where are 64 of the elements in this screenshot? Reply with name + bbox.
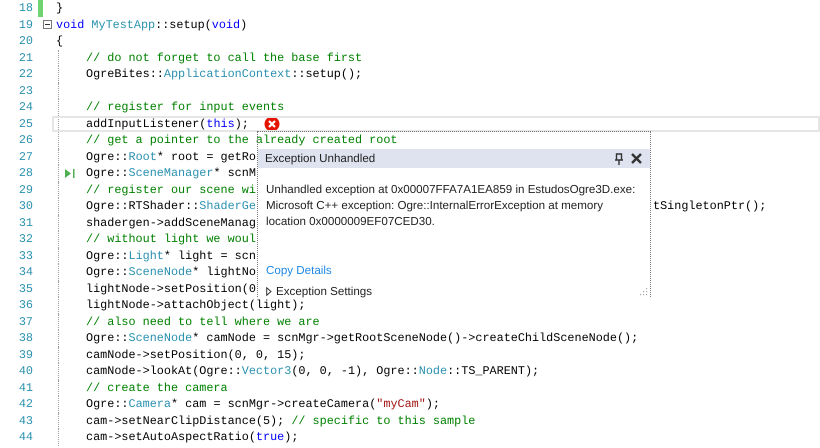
resize-grip-icon[interactable] bbox=[639, 287, 648, 296]
line-number: 19 bbox=[18, 18, 33, 32]
line-number: 39 bbox=[18, 348, 33, 362]
code-line: Ogre::Camera* cam = scnMgr->createCamera("myCam"); bbox=[86, 397, 440, 412]
code-line: OgreBites::ApplicationContext::setup(); bbox=[86, 67, 362, 82]
code-line: Ogre::RTShader::ShaderGe bbox=[86, 199, 256, 214]
line-number: 35 bbox=[18, 282, 33, 296]
code-line: lightNode->setPosition(0 bbox=[86, 282, 256, 296]
line-number: 18 bbox=[18, 1, 33, 16]
line-number: 23 bbox=[18, 84, 33, 98]
pin-icon[interactable] bbox=[615, 152, 623, 164]
code-line: Ogre::SceneNode* camNode = scnMgr->getRootSceneNode()->createChildSceneNode(); bbox=[86, 331, 638, 346]
code-line: Ogre::SceneManager* scnM bbox=[86, 166, 256, 180]
code-line: void MyTestApp::setup(void) bbox=[56, 18, 248, 32]
line-number: 36 bbox=[18, 298, 33, 312]
change-bar bbox=[38, 0, 43, 16]
code-line: // register for input events bbox=[86, 100, 284, 114]
line-number: 31 bbox=[18, 216, 33, 230]
code-line: cam->setAutoAspectRatio(true); bbox=[86, 430, 298, 444]
code-line: // register our scene wi bbox=[86, 182, 256, 197]
code-line: camNode->lookAt(Ogre::Vector3(0, 0, -1), Ogre::Node::TS_PARENT); bbox=[86, 364, 540, 378]
code-line: { bbox=[56, 34, 64, 48]
popup-title: Exception Unhandled bbox=[265, 152, 376, 165]
code-line: // create the camera bbox=[86, 380, 228, 395]
line-number: 29 bbox=[18, 182, 33, 197]
copy-details-link[interactable]: Copy Details bbox=[266, 263, 332, 278]
code-line: // do not forget to call the base first bbox=[86, 50, 362, 65]
line-number: 42 bbox=[18, 397, 33, 412]
code-line: shadergen->addSceneManag bbox=[86, 216, 256, 230]
code-line: lightNode->attachObject(light); bbox=[86, 298, 306, 312]
code-line: Ogre::SceneNode* lightNo bbox=[86, 265, 256, 280]
line-number: 22 bbox=[18, 67, 33, 82]
code-line: // also need to tell where we are bbox=[86, 314, 320, 329]
line-number: 28 bbox=[18, 166, 33, 180]
line-number: 33 bbox=[18, 248, 33, 263]
line-number: 21 bbox=[18, 50, 33, 65]
code-fragment: tSingletonPtr(); bbox=[653, 199, 766, 214]
code-line: cam->setNearClipDistance(5); // specific to this sample bbox=[86, 414, 476, 428]
code-line: Ogre::Light* light = scn bbox=[86, 248, 256, 263]
line-number: 30 bbox=[18, 199, 33, 214]
line-number: 27 bbox=[18, 150, 33, 164]
exception-settings-toggle[interactable]: Exception Settings bbox=[266, 285, 372, 298]
code-line: // get a pointer to the already created root bbox=[86, 133, 398, 148]
line-number: 32 bbox=[18, 232, 33, 246]
play-arrow-icon[interactable] bbox=[64, 168, 75, 179]
exception-message: Unhandled exception at 0x00007FFA7A1EA859 in EstudosOgre3D.exe: Microsoft C++ exception: Ogre::InternalErrorException at memory location 0x0000009EF07CED30. bbox=[265, 182, 636, 230]
code-line: camNode->setPosition(0, 0, 15); bbox=[86, 348, 306, 362]
line-number: 24 bbox=[18, 100, 33, 114]
code-line: addInputListener(this); bbox=[86, 116, 249, 131]
line-number: 20 bbox=[18, 34, 33, 48]
collapse-icon[interactable] bbox=[43, 20, 52, 30]
line-number: 41 bbox=[18, 380, 33, 395]
line-number: 26 bbox=[18, 133, 33, 148]
line-number: 44 bbox=[18, 430, 33, 444]
code-line: } bbox=[56, 1, 64, 16]
code-line: // without light we woul bbox=[86, 232, 256, 246]
line-number: 38 bbox=[18, 331, 33, 346]
code-line: Ogre::Root* root = getRo bbox=[86, 150, 256, 164]
close-button[interactable] bbox=[631, 153, 642, 164]
line-number: 43 bbox=[18, 414, 33, 428]
line-number: 37 bbox=[18, 314, 33, 329]
line-number: 34 bbox=[18, 265, 33, 280]
line-number: 40 bbox=[18, 364, 33, 378]
line-number: 25 bbox=[18, 116, 33, 131]
